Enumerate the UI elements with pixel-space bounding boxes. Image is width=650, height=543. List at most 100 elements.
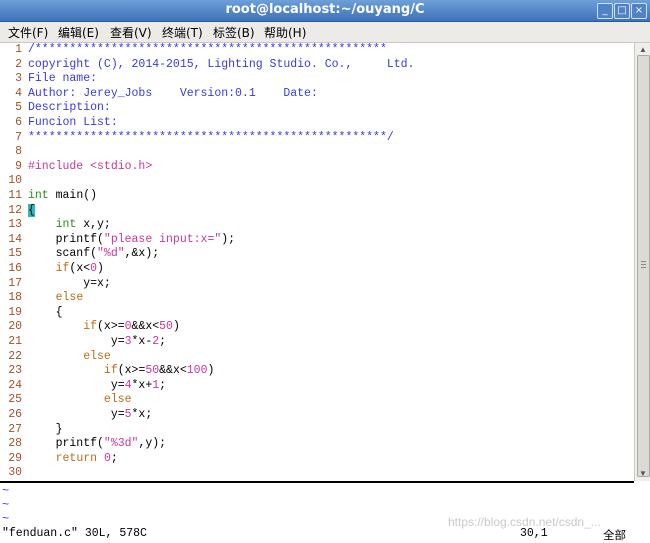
code-token: (x>= <box>117 364 146 378</box>
scroll-down-arrow-icon[interactable]: ▼ <box>635 467 650 481</box>
code-token: main() <box>48 189 98 202</box>
line-number: 1 <box>15 43 22 56</box>
code-token: x,y; <box>76 218 111 232</box>
code-token: 4 <box>124 378 132 392</box>
code-line: 15 scanf("%d",&x); <box>0 247 159 262</box>
code-token: ; <box>110 451 118 465</box>
vim-command-line: "fenduan.c" 30L, 578C 30,1 全部 <box>0 526 650 543</box>
maximize-button[interactable]: □ <box>614 3 630 19</box>
menu-edit[interactable]: 编辑(E) <box>58 24 99 41</box>
line-number: 21 <box>8 335 22 348</box>
line-number: 15 <box>8 247 22 261</box>
code-token: y= <box>28 335 125 348</box>
line-number: 2 <box>15 57 22 71</box>
close-button[interactable]: × <box>631 3 647 19</box>
tilde-marker: ~ <box>2 498 10 512</box>
editor-divider <box>0 481 634 483</box>
line-number: 19 <box>8 305 22 319</box>
code-token: { <box>28 203 35 217</box>
code-token: "%d" <box>97 247 125 261</box>
menu-tabs[interactable]: 标签(B) <box>213 24 255 41</box>
code-token: "%3d" <box>103 437 139 451</box>
code-line: 20 if(x>=0&&x<50) <box>0 320 180 335</box>
line-number: 25 <box>8 393 22 407</box>
code-token: 50 <box>145 364 160 378</box>
menu-file[interactable]: 文件(F) <box>8 24 48 41</box>
code-token: 0 <box>103 451 111 465</box>
line-number: 29 <box>8 451 22 465</box>
code-token: y= <box>28 408 125 421</box>
line-number: 7 <box>15 130 22 144</box>
code-line: 2 copyright (C), 2014-2015, Lighting Stud… <box>0 58 414 73</box>
code-token: printf( <box>28 437 104 451</box>
code-token: ) <box>97 262 104 275</box>
code-token: ; <box>159 335 167 348</box>
scrollbar-thumb[interactable] <box>637 55 650 477</box>
code-token: ); <box>221 232 236 246</box>
line-number: 18 <box>8 291 22 305</box>
vertical-scrollbar[interactable]: ▲ ▼ <box>634 43 650 481</box>
code-line: 3 File name: <box>0 72 97 87</box>
line-number: 6 <box>15 116 22 129</box>
code-token: ; <box>159 378 167 392</box>
line-number: 13 <box>8 218 22 232</box>
code-token: Funcion List: <box>28 116 118 129</box>
minimize-button[interactable]: _ <box>597 3 613 19</box>
code-token: (x>= <box>97 320 125 334</box>
code-token: int <box>28 189 49 202</box>
code-line: 7 ***************************************… <box>0 131 394 146</box>
code-token: if <box>55 262 70 275</box>
vim-editor-area[interactable]: 1 /**************************************… <box>0 43 634 481</box>
code-line: 16 if(x<0) <box>0 262 104 277</box>
code-token: } <box>28 422 63 436</box>
code-line: 5 Description: <box>0 101 111 116</box>
line-number: 3 <box>15 72 22 86</box>
code-line: 30 <box>0 466 35 481</box>
line-number: 8 <box>15 145 22 159</box>
code-token: printf( <box>28 232 104 246</box>
line-number: 12 <box>8 203 22 217</box>
tilde-marker: ~ <box>2 484 10 498</box>
code-token: { <box>28 305 63 319</box>
code-line: 8 <box>0 145 28 160</box>
code-line: 22 else <box>0 350 111 365</box>
code-line: 27 } <box>0 422 63 438</box>
line-number: 17 <box>8 276 22 290</box>
menu-terminal[interactable]: 终端(T) <box>162 24 203 41</box>
code-token: ) <box>172 320 180 334</box>
code-token: Author: Jerey_Jobs Version:0.1 Date: <box>28 86 318 100</box>
menu-help[interactable]: 帮助(H) <box>264 24 306 41</box>
code-line: 19 { <box>0 305 63 321</box>
code-token: ,&x); <box>124 247 160 261</box>
menu-view[interactable]: 查看(V) <box>110 24 152 41</box>
code-token: ,y); <box>138 437 167 451</box>
code-token: /***************************************… <box>28 43 387 56</box>
code-token: #include <box>28 159 91 173</box>
code-token: copyright (C), 2014-2015, Lighting Studi… <box>28 57 415 71</box>
line-number: 22 <box>8 349 22 363</box>
code-line: 23 if(x>=50&&x<100) <box>0 364 214 379</box>
menu-bar: 文件(F) 编辑(E) 查看(V) 终端(T) 标签(B) 帮助(H) <box>0 22 650 43</box>
code-line: 18 else <box>0 291 83 306</box>
code-token: else <box>103 393 132 407</box>
line-number: 11 <box>8 189 22 202</box>
code-line: 13 int x,y; <box>0 218 111 233</box>
code-token: Description: <box>28 101 111 115</box>
code-line: 14 printf("please input:x="); <box>0 233 235 248</box>
line-number: 30 <box>8 466 22 480</box>
code-token: if <box>103 364 118 378</box>
line-number: 10 <box>8 174 22 188</box>
code-line: 21 y=3*x-2; <box>0 335 166 350</box>
code-token: 0 <box>90 262 98 275</box>
line-number: 14 <box>8 232 22 246</box>
line-number: 5 <box>15 101 22 115</box>
code-line: 28 printf("%3d",y); <box>0 437 166 452</box>
code-token: ****************************************… <box>28 130 394 144</box>
code-line: 24 y=4*x+1; <box>0 379 166 394</box>
